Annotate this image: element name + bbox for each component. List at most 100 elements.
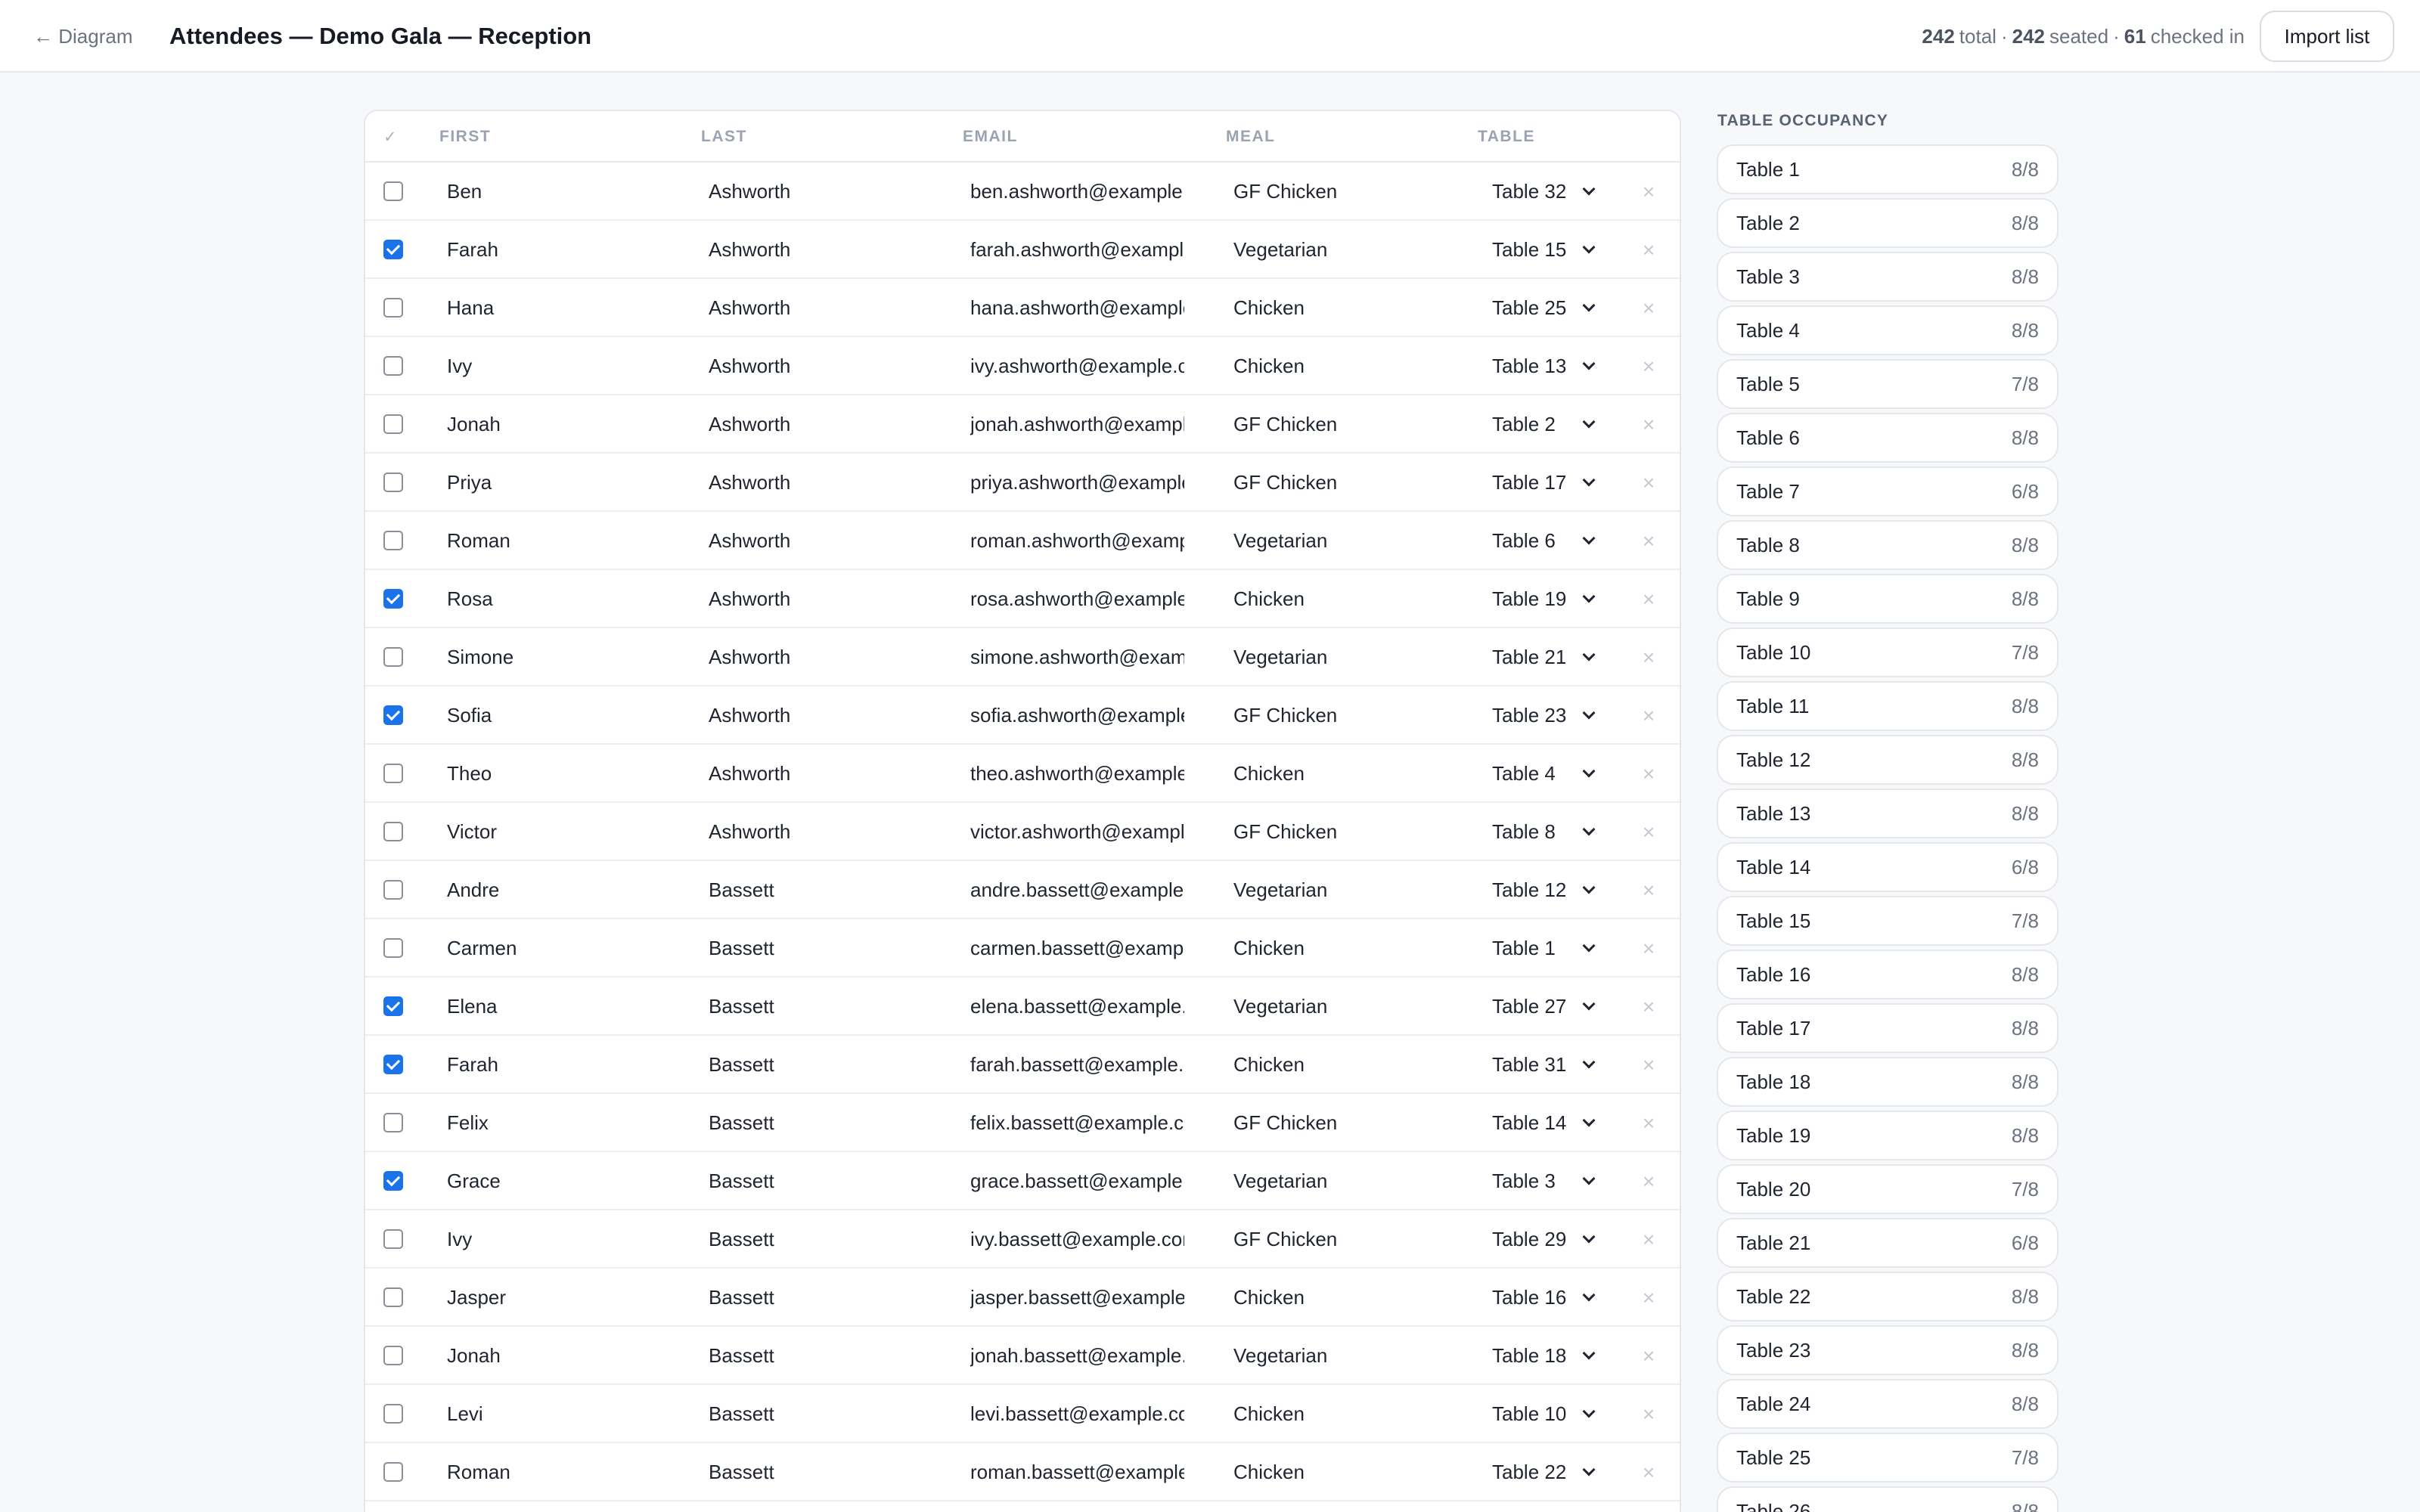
occupancy-item[interactable]: Table 12 8/8 xyxy=(1717,735,2059,785)
occupancy-item[interactable]: Table 20 7/8 xyxy=(1717,1164,2059,1214)
checked-in-checkbox[interactable] xyxy=(383,240,403,259)
remove-attendee-button[interactable]: × xyxy=(1637,1036,1660,1094)
remove-attendee-button[interactable]: × xyxy=(1637,337,1660,395)
checked-in-checkbox[interactable] xyxy=(383,298,403,318)
table-assignment-select[interactable]: Table 22 xyxy=(1492,1443,1613,1501)
remove-attendee-button[interactable]: × xyxy=(1637,861,1660,919)
occupancy-item[interactable]: Table 24 8/8 xyxy=(1717,1379,2059,1429)
table-assignment-select[interactable]: Table 13 xyxy=(1492,337,1613,395)
remove-attendee-button[interactable]: × xyxy=(1637,745,1660,803)
remove-attendee-button[interactable]: × xyxy=(1637,1443,1660,1501)
remove-attendee-button[interactable]: × xyxy=(1637,803,1660,861)
import-list-button[interactable]: Import list xyxy=(2260,11,2394,62)
column-header-meal[interactable]: Meal xyxy=(1226,111,1276,163)
column-header-table[interactable]: Table xyxy=(1478,111,1535,163)
occupancy-item[interactable]: Table 9 8/8 xyxy=(1717,574,2059,624)
table-assignment-select[interactable]: Table 15 xyxy=(1492,221,1613,279)
table-assignment-select[interactable]: Table 14 xyxy=(1492,1094,1613,1152)
checked-in-checkbox[interactable] xyxy=(383,647,403,667)
remove-attendee-button[interactable]: × xyxy=(1637,1210,1660,1269)
checked-in-checkbox[interactable] xyxy=(383,996,403,1016)
remove-attendee-button[interactable]: × xyxy=(1637,279,1660,337)
checked-in-checkbox[interactable] xyxy=(383,531,403,550)
checked-in-checkbox[interactable] xyxy=(383,1113,403,1132)
occupancy-item[interactable]: Table 13 8/8 xyxy=(1717,789,2059,838)
checked-in-checkbox[interactable] xyxy=(383,1287,403,1307)
checked-in-checkbox[interactable] xyxy=(383,705,403,725)
remove-attendee-button[interactable]: × xyxy=(1637,1269,1660,1327)
checked-in-checkbox[interactable] xyxy=(383,880,403,900)
checked-in-checkbox[interactable] xyxy=(383,1229,403,1249)
table-assignment-select[interactable]: Table 31 xyxy=(1492,1036,1613,1094)
remove-attendee-button[interactable]: × xyxy=(1637,1327,1660,1385)
checked-in-checkbox[interactable] xyxy=(383,589,403,609)
occupancy-item[interactable]: Table 22 8/8 xyxy=(1717,1272,2059,1321)
table-assignment-select[interactable]: Table 1 xyxy=(1492,919,1613,978)
table-assignment-select[interactable]: Table 6 xyxy=(1492,512,1613,570)
occupancy-item[interactable]: Table 23 8/8 xyxy=(1717,1325,2059,1375)
remove-attendee-button[interactable]: × xyxy=(1637,978,1660,1036)
remove-attendee-button[interactable]: × xyxy=(1637,686,1660,745)
occupancy-item[interactable]: Table 19 8/8 xyxy=(1717,1111,2059,1160)
remove-attendee-button[interactable]: × xyxy=(1637,1094,1660,1152)
checked-in-checkbox[interactable] xyxy=(383,1404,403,1424)
remove-attendee-button[interactable]: × xyxy=(1637,1385,1660,1443)
table-assignment-select[interactable]: Table 32 xyxy=(1492,163,1613,221)
occupancy-item[interactable]: Table 1 8/8 xyxy=(1717,144,2059,194)
table-assignment-select[interactable]: Table 8 xyxy=(1492,803,1613,861)
table-assignment-select[interactable]: Table 2 xyxy=(1492,395,1613,454)
occupancy-item[interactable]: Table 5 7/8 xyxy=(1717,359,2059,409)
occupancy-item[interactable]: Table 3 8/8 xyxy=(1717,252,2059,302)
table-assignment-select[interactable]: Table 4 xyxy=(1492,745,1613,803)
table-assignment-select[interactable]: Table 16 xyxy=(1492,1269,1613,1327)
occupancy-item[interactable]: Table 15 7/8 xyxy=(1717,896,2059,946)
remove-attendee-button[interactable]: × xyxy=(1637,1152,1660,1210)
occupancy-item[interactable]: Table 6 8/8 xyxy=(1717,413,2059,463)
column-header-first[interactable]: First xyxy=(439,111,491,163)
column-header-email[interactable]: Email xyxy=(963,111,1018,163)
remove-attendee-button[interactable]: × xyxy=(1637,395,1660,454)
checked-in-checkbox[interactable] xyxy=(383,1171,403,1191)
occupancy-item[interactable]: Table 14 6/8 xyxy=(1717,842,2059,892)
occupancy-item[interactable]: Table 17 8/8 xyxy=(1717,1003,2059,1053)
occupancy-item[interactable]: Table 18 8/8 xyxy=(1717,1057,2059,1107)
checked-in-checkbox[interactable] xyxy=(383,938,403,958)
occupancy-item[interactable]: Table 21 6/8 xyxy=(1717,1218,2059,1268)
table-assignment-select[interactable]: Table 17 xyxy=(1492,454,1613,512)
checked-in-checkbox[interactable] xyxy=(383,822,403,841)
checked-in-checkbox[interactable] xyxy=(383,1462,403,1482)
occupancy-item[interactable]: Table 10 7/8 xyxy=(1717,627,2059,677)
table-assignment-select[interactable]: Table 21 xyxy=(1492,628,1613,686)
checked-in-checkbox[interactable] xyxy=(383,1055,403,1074)
back-to-diagram-link[interactable]: ← Diagram xyxy=(33,0,132,73)
checked-in-checkbox[interactable] xyxy=(383,356,403,376)
remove-attendee-button[interactable]: × xyxy=(1637,454,1660,512)
table-assignment-select[interactable]: Table 25 xyxy=(1492,279,1613,337)
occupancy-item[interactable]: Table 7 6/8 xyxy=(1717,466,2059,516)
occupancy-item[interactable]: Table 16 8/8 xyxy=(1717,950,2059,999)
table-assignment-select[interactable]: Table 27 xyxy=(1492,978,1613,1036)
table-assignment-select[interactable]: Table 18 xyxy=(1492,1327,1613,1385)
checked-in-checkbox[interactable] xyxy=(383,414,403,434)
occupancy-item[interactable]: Table 4 8/8 xyxy=(1717,305,2059,355)
table-assignment-select[interactable]: Table 19 xyxy=(1492,570,1613,628)
table-assignment-select[interactable]: Table 10 xyxy=(1492,1385,1613,1443)
table-assignment-select[interactable]: Table 23 xyxy=(1492,686,1613,745)
checked-in-checkbox[interactable] xyxy=(383,181,403,201)
column-header-last[interactable]: Last xyxy=(701,111,747,163)
remove-attendee-button[interactable]: × xyxy=(1637,512,1660,570)
remove-attendee-button[interactable]: × xyxy=(1637,570,1660,628)
remove-attendee-button[interactable]: × xyxy=(1637,163,1660,221)
remove-attendee-button[interactable]: × xyxy=(1637,628,1660,686)
occupancy-item[interactable]: Table 11 8/8 xyxy=(1717,681,2059,731)
table-assignment-select[interactable]: Table 3 xyxy=(1492,1152,1613,1210)
occupancy-item[interactable]: Table 26 8/8 xyxy=(1717,1486,2059,1512)
table-assignment-select[interactable]: Table 12 xyxy=(1492,861,1613,919)
occupancy-item[interactable]: Table 2 8/8 xyxy=(1717,198,2059,248)
checked-in-checkbox[interactable] xyxy=(383,1346,403,1365)
occupancy-item[interactable]: Table 8 8/8 xyxy=(1717,520,2059,570)
checked-in-checkbox[interactable] xyxy=(383,472,403,492)
table-assignment-select[interactable]: Table 29 xyxy=(1492,1210,1613,1269)
remove-attendee-button[interactable]: × xyxy=(1637,919,1660,978)
remove-attendee-button[interactable]: × xyxy=(1637,221,1660,279)
